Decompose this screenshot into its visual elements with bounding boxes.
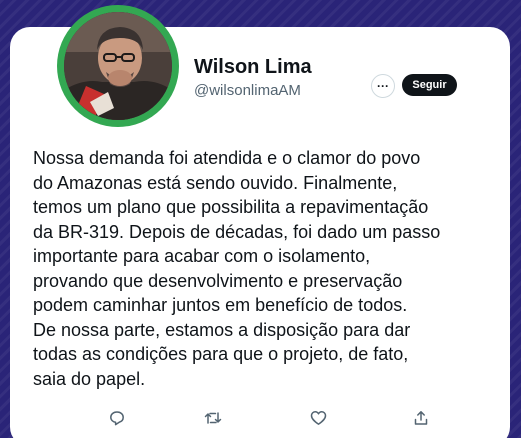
tweet-line: provando que desenvolvimento e preservaç… [33, 270, 403, 291]
tweet-line: da BR-319. Depois de décadas, foi dado u… [33, 221, 441, 242]
share-icon [414, 411, 428, 425]
tweet-text: Nossa demanda foi atendida e o clamor do… [33, 146, 503, 391]
tweet-line: temos um plano que possibilita a repavim… [33, 197, 429, 217]
avatar-ring[interactable] [57, 5, 179, 127]
like-icon [310, 411, 326, 425]
avatar-photo-icon [64, 12, 172, 120]
tweet-line: Nossa demanda foi atendida e o clamor do… [33, 148, 421, 168]
more-options-button[interactable]: ··· [371, 74, 395, 98]
tweet-line: saia do papel. [33, 368, 146, 389]
retweet-icon [204, 412, 222, 424]
tweet-line: podem caminhar juntos em benefício de to… [33, 295, 408, 315]
tweet-actions [0, 408, 521, 430]
avatar[interactable] [64, 12, 172, 120]
retweet-button[interactable] [203, 408, 223, 428]
handle[interactable]: @wilsonlimaAM [194, 82, 301, 99]
tweet-line: De nossa parte, estamos a disposição par… [33, 319, 411, 340]
share-button[interactable] [411, 408, 431, 428]
tweet-line: do Amazonas está sendo ouvido. Finalment… [33, 172, 398, 193]
reply-button[interactable] [107, 408, 127, 428]
tweet-line: todas as condições para que o projeto, d… [33, 344, 409, 364]
like-button[interactable] [308, 408, 328, 428]
follow-button[interactable]: Seguir [402, 74, 457, 96]
display-name[interactable]: Wilson Lima [194, 56, 312, 79]
tweet-line: importante para acabar com o isolamento, [33, 246, 371, 266]
reply-icon [110, 411, 124, 426]
